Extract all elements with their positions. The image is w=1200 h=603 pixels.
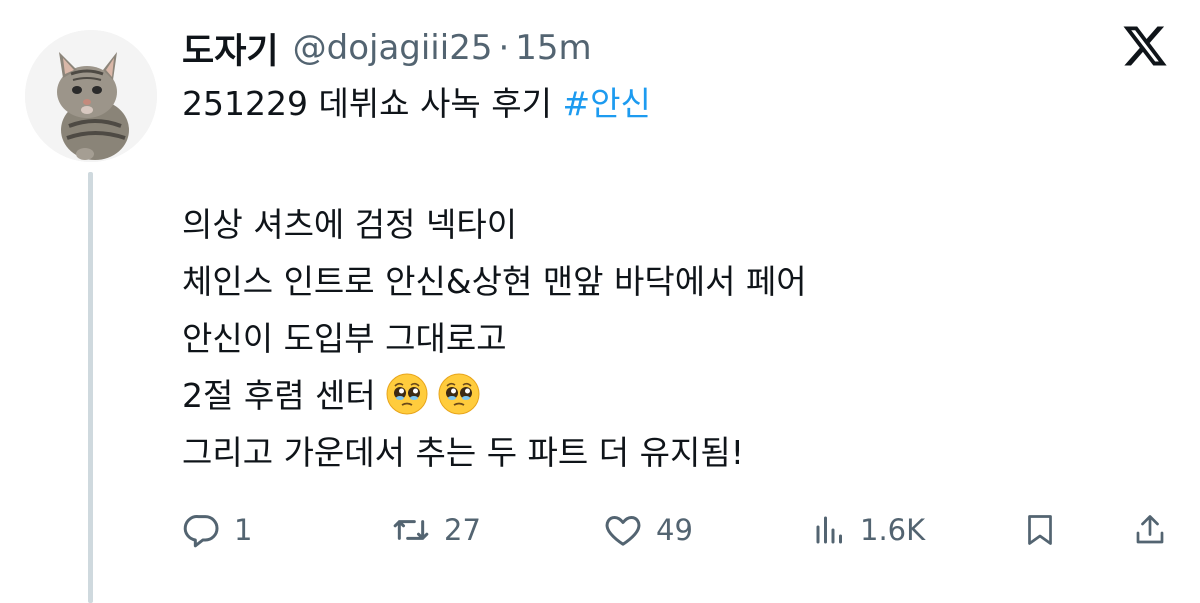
tweet-actions: 1 27 49 1.6K <box>182 505 1172 555</box>
timestamp[interactable]: 15m <box>515 28 591 68</box>
tweet-body: 의상 셔츠에 검정 넥타이 체인스 인트로 안신&상현 맨앞 바닥에서 페어 안… <box>182 196 807 481</box>
tweet-first-line: 251229 데뷔쇼 사녹 후기 #안신 <box>182 80 651 128</box>
tweet-line: 그리고 가운데서 추는 두 파트 더 유지됨! <box>182 433 744 472</box>
hashtag-link[interactable]: #안신 <box>562 84 650 123</box>
tweet-line-with-emoji: 2절 후렴 센터 <box>182 367 807 424</box>
reply-count: 1 <box>234 513 253 547</box>
display-name[interactable]: 도자기 <box>182 23 279 74</box>
avatar[interactable] <box>25 30 157 162</box>
tweet-line: 체인스 인트로 안신&상현 맨앞 바닥에서 페어 <box>182 262 807 301</box>
repost-icon <box>393 520 429 540</box>
share-button[interactable] <box>1132 505 1168 555</box>
repost-count: 27 <box>444 513 481 547</box>
bookmark-button[interactable] <box>1022 505 1058 555</box>
like-button[interactable]: 49 <box>602 505 693 555</box>
pleading-face-emoji-icon <box>386 373 428 415</box>
thread-line <box>88 172 93 603</box>
pleading-face-emoji-icon <box>438 373 480 415</box>
separator-dot: · <box>498 28 510 68</box>
cat-avatar-image <box>25 30 157 162</box>
tweet-line: 2절 후렴 센터 <box>182 376 376 415</box>
user-handle[interactable]: @dojagiii25 <box>293 28 493 68</box>
share-icon <box>1136 515 1164 544</box>
tweet-header: 도자기 @dojagiii25 · 15m <box>182 24 592 72</box>
views-chart-icon <box>816 516 842 544</box>
like-count: 49 <box>656 513 693 547</box>
x-logo-icon[interactable] <box>1120 22 1170 70</box>
repost-button[interactable]: 27 <box>390 505 481 555</box>
heart-icon <box>605 516 641 546</box>
view-count: 1.6K <box>860 513 926 547</box>
reply-button[interactable]: 1 <box>182 505 252 555</box>
reply-icon <box>183 515 219 548</box>
views-button[interactable]: 1.6K <box>812 505 925 555</box>
tweet-line: 안신이 도입부 그대로고 <box>182 319 507 358</box>
tweet-line: 의상 셔츠에 검정 넥타이 <box>182 205 518 244</box>
tweet-title-text: 251229 데뷔쇼 사녹 후기 <box>182 84 563 123</box>
bookmark-icon <box>1028 515 1052 545</box>
